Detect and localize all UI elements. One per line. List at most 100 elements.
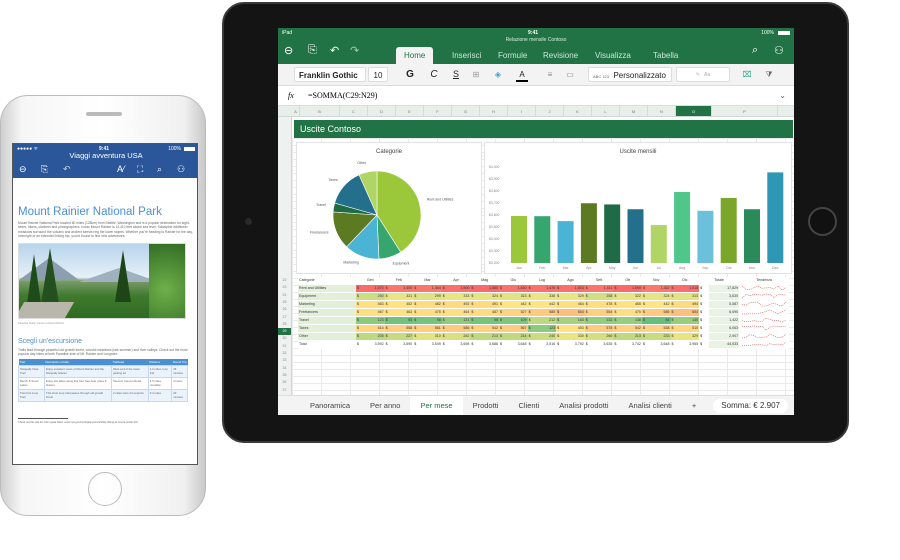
value-cell[interactable]: 331	[392, 292, 414, 301]
value-cell[interactable]: 3,592	[363, 340, 385, 349]
share-user-icon[interactable]: ⚇	[774, 44, 784, 57]
search-icon[interactable]: ⌕	[157, 164, 162, 175]
total-cell[interactable]: 44,033	[708, 340, 740, 349]
bar-chart[interactable]: Uscite mensili $3,200 $3,300 $3,400 $3,500 $…	[484, 142, 792, 274]
value-cell[interactable]: 452	[392, 300, 414, 309]
value-cell[interactable]: 258	[592, 292, 614, 301]
value-cell[interactable]: 123	[363, 316, 385, 325]
sort-filter-icon[interactable]: ⧩	[762, 67, 776, 82]
bold-button[interactable]: G	[404, 67, 416, 82]
value-cell[interactable]: 240	[535, 332, 557, 341]
total-cell[interactable]: 5,587	[708, 300, 740, 309]
bar[interactable]	[744, 209, 760, 263]
value-cell[interactable]: 3,549	[420, 340, 442, 349]
value-cell[interactable]: 3,516	[535, 340, 557, 349]
value-cell[interactable]: 492	[449, 300, 471, 309]
bar[interactable]	[534, 216, 551, 263]
value-cell[interactable]: 487	[478, 308, 499, 317]
value-cell[interactable]: 123	[535, 324, 557, 333]
row-header[interactable]: 33	[278, 357, 291, 364]
sheet-tab[interactable]: Panoramica	[300, 396, 360, 416]
value-cell[interactable]: 163	[563, 316, 585, 325]
value-cell[interactable]: 542	[620, 324, 642, 333]
value-cell[interactable]: 1,503	[563, 284, 585, 293]
tab-home[interactable]: Home	[396, 47, 434, 64]
row-header[interactable]: 36	[278, 379, 291, 386]
row-header[interactable]: 30	[278, 335, 291, 342]
clear-icon[interactable]: ⌧	[740, 67, 754, 82]
borders-icon[interactable]: ⊞	[470, 67, 482, 82]
value-cell[interactable]: 527	[506, 308, 528, 317]
value-cell[interactable]: 542	[478, 324, 499, 333]
value-cell[interactable]: 453	[563, 324, 585, 333]
row-header[interactable]: 22	[278, 277, 291, 284]
search-icon[interactable]: ⌕	[752, 44, 758, 57]
value-cell[interactable]: 1,570	[363, 284, 385, 293]
value-cell[interactable]: 3,648	[649, 340, 671, 349]
row-header[interactable]: 34	[278, 365, 291, 372]
cell-styles-button[interactable]: ✎ Aa	[676, 67, 730, 82]
row-header[interactable]: 37	[278, 387, 291, 394]
value-cell[interactable]: 1,400	[392, 284, 414, 293]
value-cell[interactable]: 464	[563, 300, 585, 309]
row-header[interactable]: 25	[278, 299, 291, 306]
share-user-icon[interactable]: ⚇	[177, 164, 185, 175]
value-cell[interactable]: 132	[592, 316, 614, 325]
value-cell[interactable]: 310	[420, 332, 442, 341]
value-cell[interactable]: 586	[449, 324, 471, 333]
add-sheet-button[interactable]: +	[682, 396, 706, 416]
iphone-home-button[interactable]	[88, 472, 122, 506]
category-cell[interactable]: Total	[298, 340, 356, 349]
value-cell[interactable]: 3,742	[620, 340, 642, 349]
column-header[interactable]: J	[536, 106, 564, 116]
total-cell[interactable]: 17,829	[708, 284, 740, 293]
bar[interactable]	[674, 191, 691, 263]
category-cell[interactable]: Equipment	[298, 292, 356, 301]
bar[interactable]	[557, 221, 574, 263]
column-header[interactable]: B	[300, 106, 340, 116]
italic-button[interactable]: C	[428, 67, 440, 82]
formula-input[interactable]: =SOMMA(C29:N29)	[308, 86, 377, 106]
value-cell[interactable]: 330	[563, 332, 585, 341]
value-cell[interactable]: 491	[478, 300, 499, 309]
value-cell[interactable]: 1,364	[420, 284, 442, 293]
row-header[interactable]: 26	[278, 306, 291, 313]
formula-bar[interactable]: fx =SOMMA(C29:N29) ⌄	[278, 86, 794, 106]
value-cell[interactable]: 1,580	[478, 284, 499, 293]
value-cell[interactable]: 482	[420, 300, 442, 309]
value-cell[interactable]: 313	[678, 292, 700, 301]
align-icon[interactable]: ≡	[544, 67, 556, 82]
category-cell[interactable]: Other	[298, 332, 356, 341]
value-cell[interactable]: 585	[535, 308, 557, 317]
value-cell[interactable]: 1,500	[449, 284, 471, 293]
table-row[interactable]: Taxes $514 $558 $561 $586 $542 $567 $123 $453 $57…	[298, 324, 790, 333]
sheet-tab[interactable]: Prodotti	[463, 396, 509, 416]
total-cell[interactable]: 6,063	[708, 324, 740, 333]
value-cell[interactable]: 585	[649, 308, 671, 317]
bar[interactable]	[627, 209, 644, 263]
column-header[interactable]: P	[712, 106, 778, 116]
value-cell[interactable]: 442	[649, 300, 671, 309]
value-cell[interactable]: 333	[449, 292, 471, 301]
number-format-select[interactable]: ABC 123 Personalizzato	[588, 67, 672, 82]
value-cell[interactable]: 3,590	[392, 340, 414, 349]
bar[interactable]	[767, 172, 784, 263]
pie-chart[interactable]: Categorie Rent and Utilities Equipment Mar…	[296, 142, 482, 274]
value-cell[interactable]: 329	[678, 332, 700, 341]
value-cell[interactable]: 84	[649, 316, 671, 325]
sheet-tab[interactable]: Analisi prodotti	[549, 396, 618, 416]
value-cell[interactable]: 138	[620, 316, 642, 325]
column-header[interactable]: A	[292, 106, 300, 116]
value-cell[interactable]: 1,460	[506, 284, 528, 293]
bar[interactable]	[580, 203, 597, 263]
column-header[interactable]: D	[368, 106, 396, 116]
value-cell[interactable]: 1,352	[649, 284, 671, 293]
value-cell[interactable]: 478	[592, 300, 614, 309]
value-cell[interactable]: 1,515	[678, 284, 700, 293]
text-format-icon[interactable]: A⁄	[117, 164, 125, 174]
tab-formule[interactable]: Formule	[490, 47, 535, 64]
value-cell[interactable]: 1,411	[592, 284, 614, 293]
wrap-text-icon[interactable]: ▭	[564, 67, 576, 82]
row-header[interactable]: 27	[278, 314, 291, 321]
value-cell[interactable]: 442	[535, 300, 557, 309]
